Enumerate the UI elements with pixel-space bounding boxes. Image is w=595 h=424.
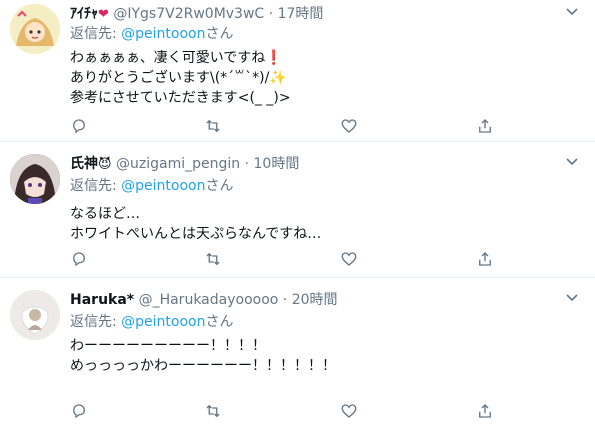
share-icon[interactable] (476, 250, 496, 270)
display-name[interactable]: 氏神 (70, 156, 98, 172)
timestamp[interactable]: 10時間 (254, 156, 300, 172)
tweet-text: わぁぁぁぁ、凄く可愛いですね❗ ありがとうございます\(*´꒳`*)/✨ 参考に… (70, 50, 291, 106)
tweet-text: なるほど… ホワイトぺいんとは天ぷらなんですね… (70, 206, 322, 242)
share-icon[interactable] (476, 402, 496, 422)
reply-to-line: 返信先: @peintooonさん (70, 312, 234, 332)
share-icon[interactable] (476, 117, 496, 137)
separator-dot: · (282, 292, 288, 308)
avatar[interactable] (10, 4, 60, 54)
anime-avatar-icon (10, 4, 60, 54)
tweet[interactable]: Haruka* @_Harukadayooooo · 20時間 返信先: @pe… (0, 278, 595, 419)
reply-icon[interactable] (70, 402, 90, 422)
more-icon[interactable] (563, 156, 581, 174)
tweet-header: Haruka* @_Harukadayooooo · 20時間 (70, 290, 338, 310)
tweet-actions (70, 250, 500, 270)
retweet-icon[interactable] (204, 250, 224, 270)
separator-dot: · (244, 156, 250, 172)
timestamp[interactable]: 20時間 (292, 292, 338, 308)
reply-to-line: 返信先: @peintooonさん (70, 176, 234, 196)
like-icon[interactable] (340, 402, 360, 422)
tweet[interactable]: ｱｲﾁｬ❤ @IYgs7V2Rw0Mv3wC · 17時間 返信先: @pein… (0, 0, 595, 142)
reply-mention-link[interactable]: @peintooon (121, 178, 205, 194)
reply-suffix: さん (205, 178, 234, 194)
display-name[interactable]: Haruka* (70, 292, 134, 308)
reply-icon[interactable] (70, 117, 90, 137)
like-icon[interactable] (340, 250, 360, 270)
anime-avatar-icon (10, 154, 60, 204)
more-icon[interactable] (563, 6, 581, 24)
retweet-icon[interactable] (204, 117, 224, 137)
tweet-actions (70, 402, 500, 422)
user-handle[interactable]: @uzigami_pengin (116, 156, 240, 172)
like-icon[interactable] (340, 117, 360, 137)
devil-emoji-icon: 😈 (98, 157, 112, 172)
tweet-text: わーーーーーーーーー！！！！ めっっっっかわーーーーーー！！！！！！ (70, 338, 336, 374)
tweet-actions (70, 117, 500, 137)
avatar[interactable] (10, 154, 60, 204)
tweet[interactable]: 氏神😈 @uzigami_pengin · 10時間 返信先: @peintoo… (0, 142, 595, 278)
reply-suffix: さん (205, 314, 234, 330)
retweet-icon[interactable] (204, 402, 224, 422)
display-name[interactable]: ｱｲﾁｬ (70, 6, 98, 22)
user-handle[interactable]: @_Harukadayooooo (139, 292, 279, 308)
heart-emoji-icon: ❤ (98, 7, 109, 22)
separator-dot: · (268, 6, 274, 22)
avatar[interactable] (10, 290, 60, 340)
timeline: ｱｲﾁｬ❤ @IYgs7V2Rw0Mv3wC · 17時間 返信先: @pein… (0, 0, 595, 419)
reply-to-line: 返信先: @peintooonさん (70, 24, 234, 44)
photo-avatar-icon (10, 290, 60, 340)
reply-to-label: 返信先: (70, 314, 117, 330)
reply-to-label: 返信先: (70, 178, 117, 194)
reply-to-label: 返信先: (70, 26, 117, 42)
reply-suffix: さん (205, 26, 234, 42)
reply-mention-link[interactable]: @peintooon (121, 314, 205, 330)
timestamp[interactable]: 17時間 (278, 6, 324, 22)
user-handle[interactable]: @IYgs7V2Rw0Mv3wC (113, 6, 264, 22)
reply-icon[interactable] (70, 250, 90, 270)
reply-mention-link[interactable]: @peintooon (121, 26, 205, 42)
tweet-header: ｱｲﾁｬ❤ @IYgs7V2Rw0Mv3wC · 17時間 (70, 4, 323, 24)
tweet-header: 氏神😈 @uzigami_pengin · 10時間 (70, 154, 299, 174)
more-icon[interactable] (563, 292, 581, 310)
